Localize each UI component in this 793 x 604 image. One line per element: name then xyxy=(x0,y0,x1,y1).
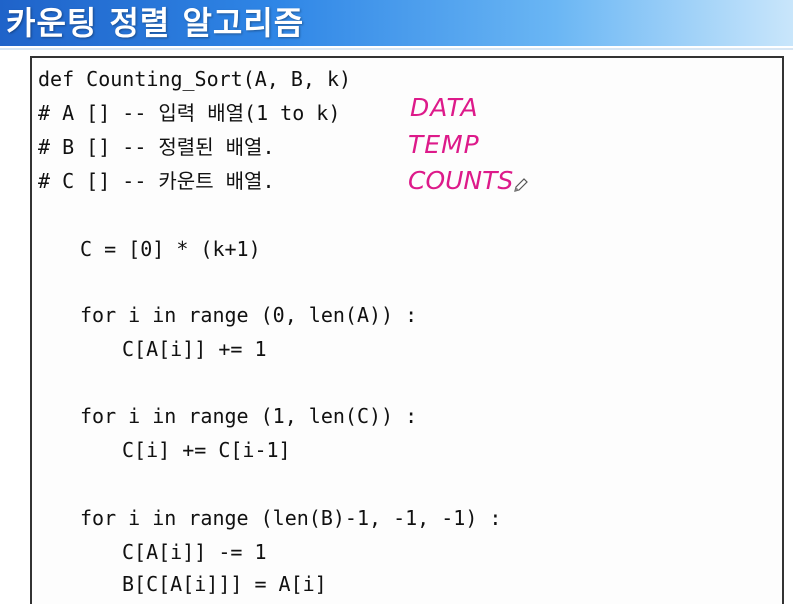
code-line-loop1: for i in range (0, len(A)) : xyxy=(80,303,418,327)
code-line-loop3-body1: C[A[i]] -= 1 xyxy=(122,540,267,564)
code-line-loop3-body2: B[C[A[i]]] = A[i] xyxy=(122,572,327,596)
code-line-loop2: for i in range (1, len(C)) : xyxy=(80,404,418,428)
annotation-data: DATA xyxy=(410,93,479,122)
code-line-loop3: for i in range (len(B)-1, -1, -1) : xyxy=(80,506,502,530)
code-line-def: def Counting_Sort(A, B, k) xyxy=(38,67,352,91)
code-line-comment-a: # A [] -- 입력 배열(1 to k) xyxy=(38,101,341,125)
pencil-icon xyxy=(514,178,528,192)
code-line-comment-c: # C [] -- 카운트 배열. xyxy=(38,169,275,193)
code-line-comment-b: # B [] -- 정렬된 배열. xyxy=(38,135,275,159)
code-line-loop2-body: C[i] += C[i-1] xyxy=(122,438,291,462)
code-line-loop1-body: C[A[i]] += 1 xyxy=(122,337,267,361)
slide-title: 카운팅 정렬 알고리즘 xyxy=(6,4,305,42)
title-bar: 카운팅 정렬 알고리즘 xyxy=(0,0,793,46)
annotation-temp: TEMP xyxy=(408,130,480,159)
annotation-counts: COUNTS xyxy=(408,166,514,195)
divider xyxy=(0,48,793,50)
code-line-init: C = [0] * (k+1) xyxy=(80,237,261,261)
